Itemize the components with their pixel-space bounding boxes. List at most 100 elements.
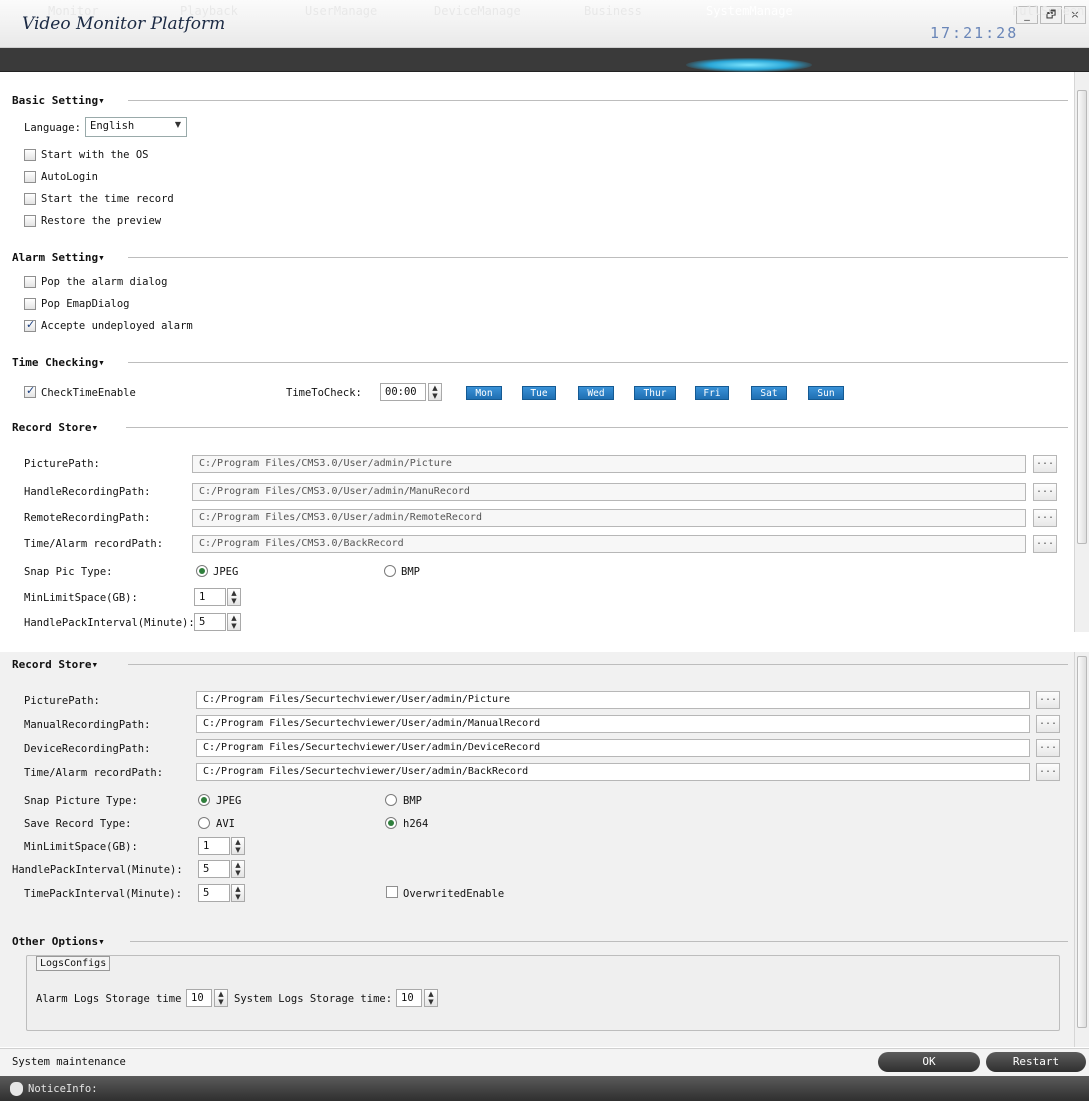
time-pack-spinner[interactable]: ▲ ▼: [231, 884, 245, 902]
picture-path-browse-button[interactable]: ...: [1033, 455, 1057, 473]
manual-recording-browse-button[interactable]: ...: [1036, 715, 1060, 733]
system-logs-label: System Logs Storage time:: [234, 993, 393, 1005]
handle-recording-path-field[interactable]: C:/Program Files/CMS3.0/User/admin/ManuR…: [192, 483, 1026, 501]
clock: 17:21:28: [930, 24, 1019, 42]
section-divider: [128, 100, 1068, 101]
min-limit-space-input[interactable]: 1: [194, 588, 226, 606]
handle-pack-spinner[interactable]: ▲ ▼: [227, 613, 241, 631]
snap-bmp-label: BMP: [403, 795, 422, 807]
tab-systemmanage[interactable]: SystemManage: [706, 4, 793, 18]
scrollbar[interactable]: [1074, 72, 1089, 632]
picture-path-label: PicturePath:: [24, 458, 100, 470]
tab-playback[interactable]: Playback: [180, 4, 238, 18]
remote-recording-browse-button[interactable]: ...: [1033, 509, 1057, 527]
picture-path-field[interactable]: C:/Program Files/Securtechviewer/User/ad…: [196, 691, 1030, 709]
handle-pack-spinner[interactable]: ▲ ▼: [231, 860, 245, 878]
time-alarm-record-browse-button[interactable]: ...: [1033, 535, 1057, 553]
alarm-setting-header[interactable]: Alarm Setting▾: [12, 251, 113, 264]
scrollbar-thumb[interactable]: [1077, 656, 1087, 1028]
handle-recording-path-label: HandleRecordingPath:: [24, 486, 151, 498]
shield-icon: [10, 1082, 23, 1096]
main-nav: [0, 48, 1089, 72]
min-limit-space-input[interactable]: 1: [198, 837, 230, 855]
handle-pack-interval-input[interactable]: 5: [194, 613, 226, 631]
day-sat-button[interactable]: Sat: [751, 386, 787, 400]
manual-recording-path-label: ManualRecordingPath:: [24, 719, 151, 731]
tab-monitor[interactable]: Monitor: [48, 4, 99, 18]
save-record-type-label: Save Record Type:: [24, 818, 132, 830]
handle-pack-interval-input[interactable]: 5: [198, 860, 230, 878]
snap-bmp-radio[interactable]: [385, 794, 397, 806]
day-thur-button[interactable]: Thur: [634, 386, 676, 400]
snap-bmp-radio[interactable]: [384, 565, 396, 577]
restart-button[interactable]: Restart: [986, 1052, 1086, 1072]
device-recording-browse-button[interactable]: ...: [1036, 739, 1060, 757]
day-wed-button[interactable]: Wed: [578, 386, 614, 400]
record-store-header[interactable]: Record Store▾: [12, 421, 107, 434]
min-limit-spinner[interactable]: ▲ ▼: [227, 588, 241, 606]
snap-jpeg-radio[interactable]: [196, 565, 208, 577]
start-time-record-label: Start the time record: [41, 193, 174, 205]
tab-devicemanage[interactable]: DeviceManage: [434, 4, 521, 18]
autologin-checkbox[interactable]: [24, 171, 36, 183]
alarm-logs-input[interactable]: 10: [186, 989, 212, 1007]
other-options-header[interactable]: Other Options▾: [12, 935, 113, 948]
picture-path-field[interactable]: C:/Program Files/CMS3.0/User/admin/Pictu…: [192, 455, 1026, 473]
day-fri-button[interactable]: Fri: [695, 386, 729, 400]
restore-preview-checkbox[interactable]: [24, 215, 36, 227]
tab-business[interactable]: Business: [584, 4, 642, 18]
day-sun-button[interactable]: Sun: [808, 386, 844, 400]
save-avi-radio[interactable]: [198, 817, 210, 829]
pop-emap-dialog-checkbox[interactable]: [24, 298, 36, 310]
picture-path-label: PicturePath:: [24, 695, 100, 707]
remote-recording-path-field[interactable]: C:/Program Files/CMS3.0/User/admin/Remot…: [192, 509, 1026, 527]
snap-jpeg-radio[interactable]: [198, 794, 210, 806]
status-text: System maintenance: [12, 1056, 126, 1068]
start-with-os-checkbox[interactable]: [24, 149, 36, 161]
language-select[interactable]: English ▼: [85, 117, 187, 137]
logs-configs-label: LogsConfigs: [36, 956, 111, 971]
time-pack-interval-input[interactable]: 5: [198, 884, 230, 902]
accept-undeployed-alarm-checkbox[interactable]: [24, 318, 36, 332]
handle-pack-interval-label: HandlePackInterval(Minute):: [24, 617, 195, 629]
restore-preview-label: Restore the preview: [41, 215, 162, 227]
tab-usermanage[interactable]: UserManage: [305, 4, 377, 18]
time-to-check-input[interactable]: 00:00: [380, 383, 426, 401]
handle-recording-browse-button[interactable]: ...: [1033, 483, 1057, 501]
scrollbar-lower[interactable]: [1074, 652, 1089, 1047]
ok-button[interactable]: OK: [878, 1052, 980, 1072]
remote-recording-path-label: RemoteRecordingPath:: [24, 512, 151, 524]
time-alarm-record-browse-button[interactable]: ...: [1036, 763, 1060, 781]
basic-setting-header[interactable]: Basic Setting▾: [12, 94, 113, 107]
time-checking-header[interactable]: Time Checking▾: [12, 356, 113, 369]
pop-alarm-dialog-checkbox[interactable]: [24, 276, 36, 288]
alarm-logs-spinner[interactable]: ▲ ▼: [214, 989, 228, 1007]
handle-pack-interval-label: HandlePackInterval(Minute):: [12, 864, 183, 876]
save-h264-radio[interactable]: [385, 817, 397, 829]
min-limit-spinner[interactable]: ▲ ▼: [231, 837, 245, 855]
autologin-label: AutoLogin: [41, 171, 98, 183]
time-alarm-record-path-field[interactable]: C:/Program Files/CMS3.0/BackRecord: [192, 535, 1026, 553]
system-logs-spinner[interactable]: ▲ ▼: [424, 989, 438, 1007]
section-divider: [130, 941, 1068, 942]
capture-gap: [0, 634, 1089, 652]
time-alarm-record-path-label: Time/Alarm recordPath:: [24, 538, 164, 550]
scrollbar-thumb[interactable]: [1077, 90, 1087, 544]
start-time-record-checkbox[interactable]: [24, 193, 36, 205]
picture-path-browse-button[interactable]: ...: [1036, 691, 1060, 709]
notice-label: NoticeInfo:: [28, 1083, 98, 1095]
check-time-enable-checkbox[interactable]: [24, 384, 36, 398]
device-recording-path-field[interactable]: C:/Program Files/Securtechviewer/User/ad…: [196, 739, 1030, 757]
record-store-header-2[interactable]: Record Store▾: [12, 658, 107, 671]
overwrite-enable-checkbox[interactable]: [386, 886, 398, 898]
time-spinner[interactable]: ▲ ▼: [428, 383, 442, 401]
system-logs-input[interactable]: 10: [396, 989, 422, 1007]
day-mon-button[interactable]: Mon: [466, 386, 502, 400]
time-alarm-record-path-field[interactable]: C:/Program Files/Securtechviewer/User/ad…: [196, 763, 1030, 781]
manual-recording-path-field[interactable]: C:/Program Files/Securtechviewer/User/ad…: [196, 715, 1030, 733]
language-label: Language:: [24, 122, 81, 134]
pop-alarm-dialog-label: Pop the alarm dialog: [41, 276, 168, 288]
alarm-logs-label: Alarm Logs Storage time: [36, 993, 182, 1005]
tab-fullscreen[interactable]: FullScreen: [1012, 4, 1084, 18]
day-tue-button[interactable]: Tue: [522, 386, 556, 400]
